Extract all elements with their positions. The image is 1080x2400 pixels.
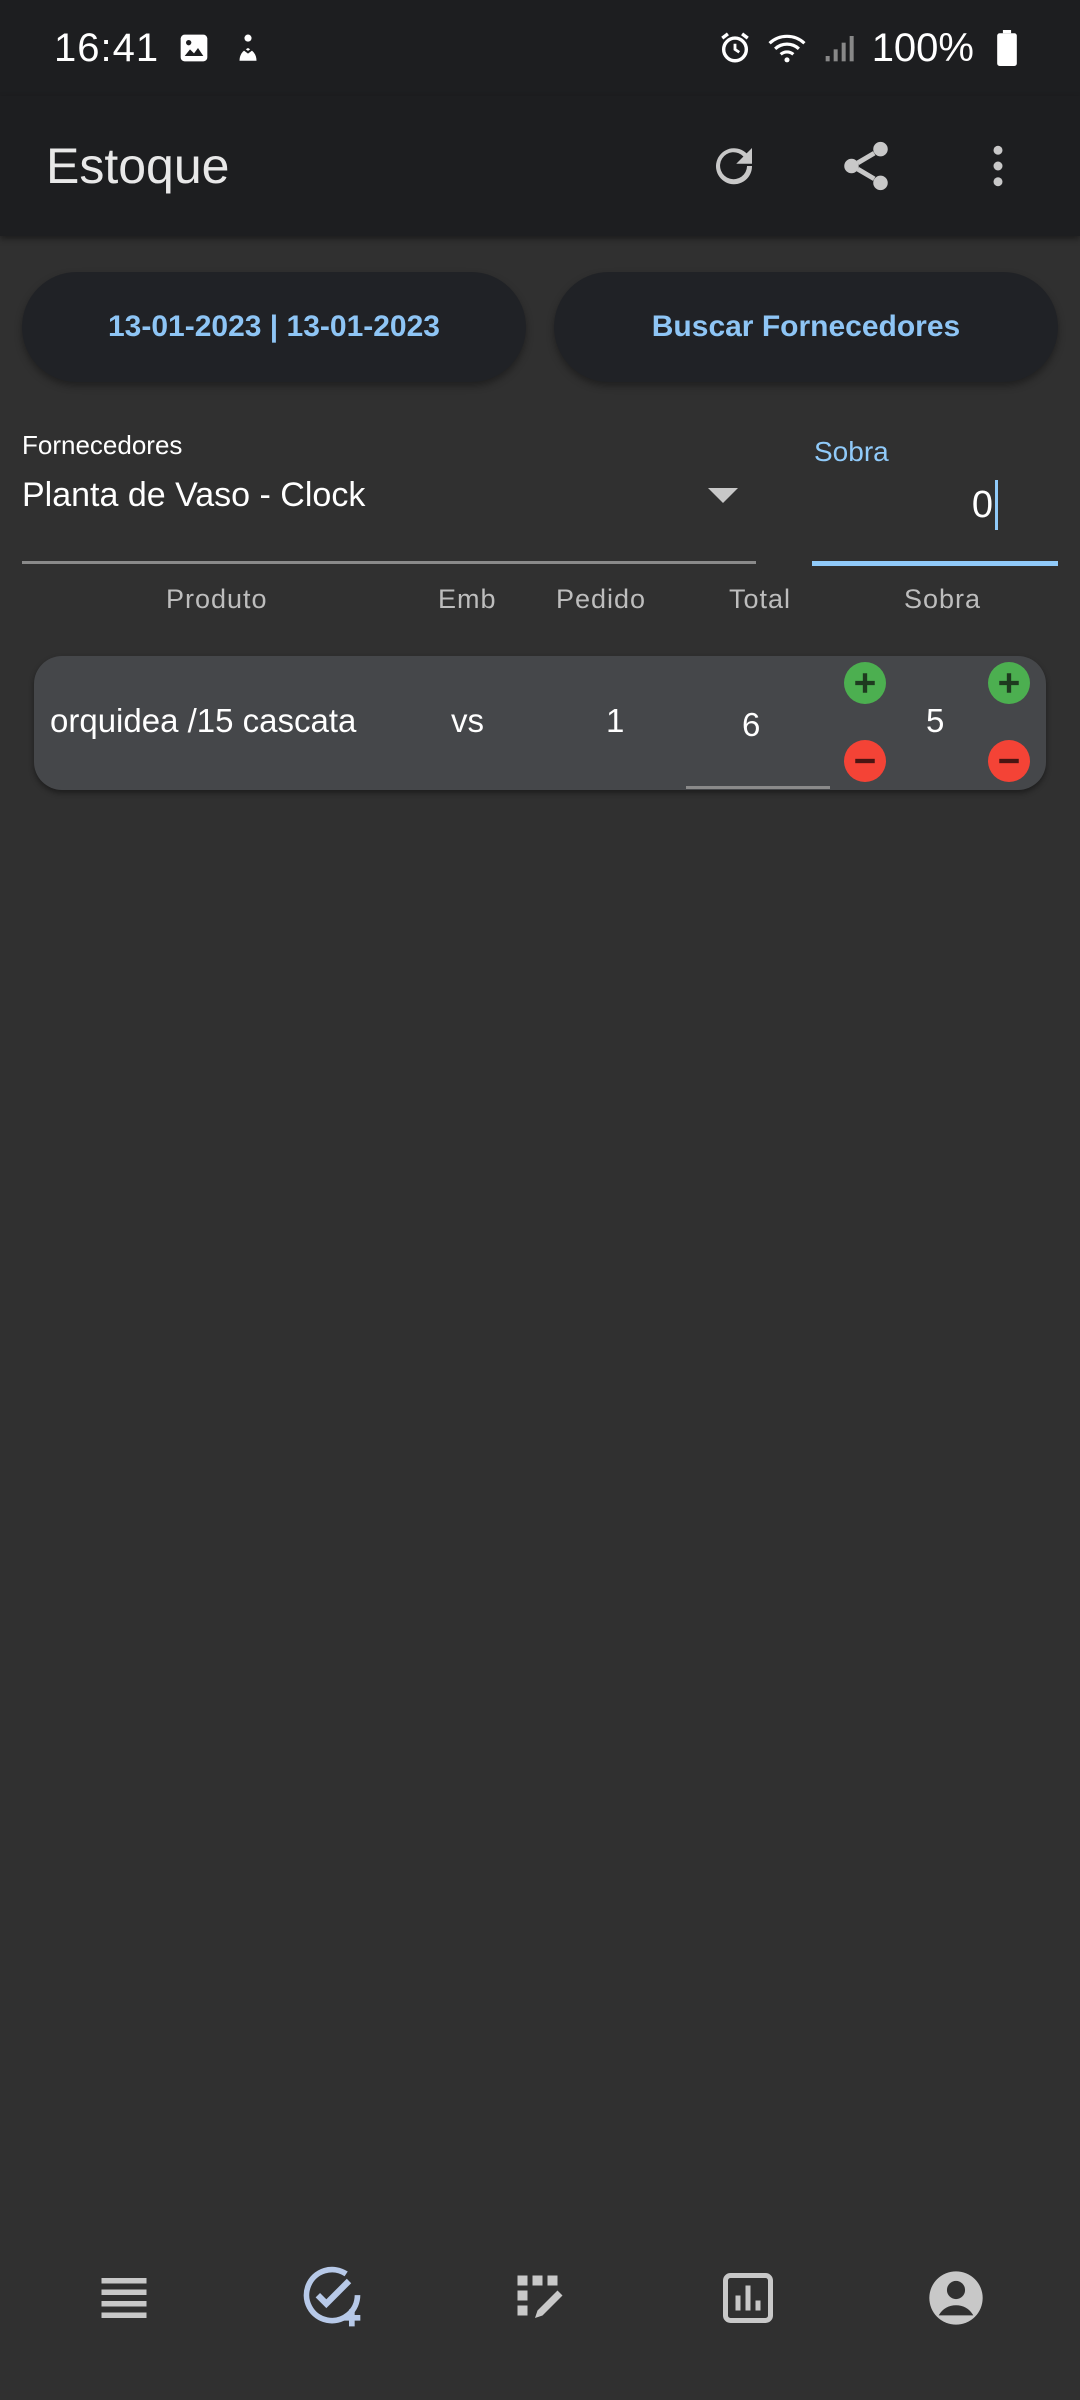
wifi-icon (768, 29, 806, 67)
row-emb: vs (451, 702, 484, 739)
supplier-dropdown[interactable]: Fornecedores Planta de Vaso - Clock (22, 430, 756, 564)
refresh-button[interactable] (698, 130, 770, 202)
total-input-underline (686, 786, 830, 789)
report-chart-icon (723, 2273, 773, 2323)
sobra-increment-button[interactable] (988, 662, 1030, 704)
add-task-icon (303, 2266, 361, 2327)
status-left: 16:41 (54, 26, 267, 71)
status-bar: 16:41 100% (0, 0, 1080, 96)
minus-icon (999, 758, 1019, 764)
share-button[interactable] (830, 130, 902, 202)
filter-row: 13-01-2023 | 13-01-2023 Buscar Fornecedo… (22, 272, 1058, 382)
row-sobra: 5 (926, 702, 945, 739)
more-options-button[interactable] (962, 130, 1034, 202)
alarm-icon (716, 29, 754, 67)
header-pedido: Pedido (556, 584, 647, 614)
page-title: Estoque (46, 138, 230, 194)
header-sobra: Sobra (904, 584, 982, 614)
plus-icon (855, 673, 875, 693)
dropdown-arrow-icon (708, 488, 738, 503)
supplier-dropdown-value: Planta de Vaso - Clock (22, 476, 366, 514)
header-produto: Produto (166, 584, 268, 614)
app-bar: Estoque (0, 96, 1080, 236)
header-emb: Emb (438, 584, 497, 614)
battery-icon (988, 29, 1026, 67)
account-circle-icon (929, 2271, 983, 2325)
minus-icon (855, 758, 875, 764)
sobra-input-value: 0 (971, 483, 993, 526)
status-time: 16:41 (54, 25, 160, 70)
nav-account[interactable] (911, 2253, 1001, 2343)
plus-icon (999, 673, 1019, 693)
sobra-input[interactable]: Sobra 0 (812, 430, 1058, 566)
nav-inventory-edit[interactable] (495, 2253, 585, 2343)
text-cursor (995, 480, 998, 530)
bottom-navigation (0, 2228, 1080, 2368)
search-suppliers-button[interactable]: Buscar Fornecedores (554, 272, 1058, 382)
battery-percentage: 100% (871, 25, 974, 70)
row-pedido: 1 (606, 702, 625, 739)
total-decrement-button[interactable] (844, 740, 886, 782)
sobra-input-label: Sobra (814, 436, 889, 467)
nav-add-task[interactable] (287, 2253, 377, 2343)
date-range-button[interactable]: 13-01-2023 | 13-01-2023 (22, 272, 526, 382)
status-right: 100% (716, 26, 1026, 71)
share-icon (844, 141, 888, 191)
refresh-icon (716, 148, 753, 185)
nav-list[interactable] (79, 2253, 169, 2343)
list-icon (101, 2278, 147, 2318)
app-bar-actions (698, 130, 1034, 202)
header-total: Total (729, 584, 792, 614)
total-increment-button[interactable] (844, 662, 886, 704)
table-header: Produto Emb Pedido Total Sobra (0, 584, 1080, 624)
image-icon (175, 29, 213, 67)
sobra-decrement-button[interactable] (988, 740, 1030, 782)
inventory-edit-icon (517, 2275, 563, 2318)
row-produto: orquidea /15 cascata (50, 702, 357, 739)
signal-icon (820, 29, 858, 67)
accessibility-icon (229, 29, 267, 67)
more-vert-icon (993, 145, 1003, 187)
nav-reports[interactable] (703, 2253, 793, 2343)
supplier-dropdown-label: Fornecedores (22, 430, 183, 460)
sobra-input-value-wrap: 0 (972, 480, 998, 530)
table-row: orquidea /15 cascata vs 1 6 5 (34, 656, 1046, 790)
row-total-input[interactable]: 6 (742, 706, 760, 744)
